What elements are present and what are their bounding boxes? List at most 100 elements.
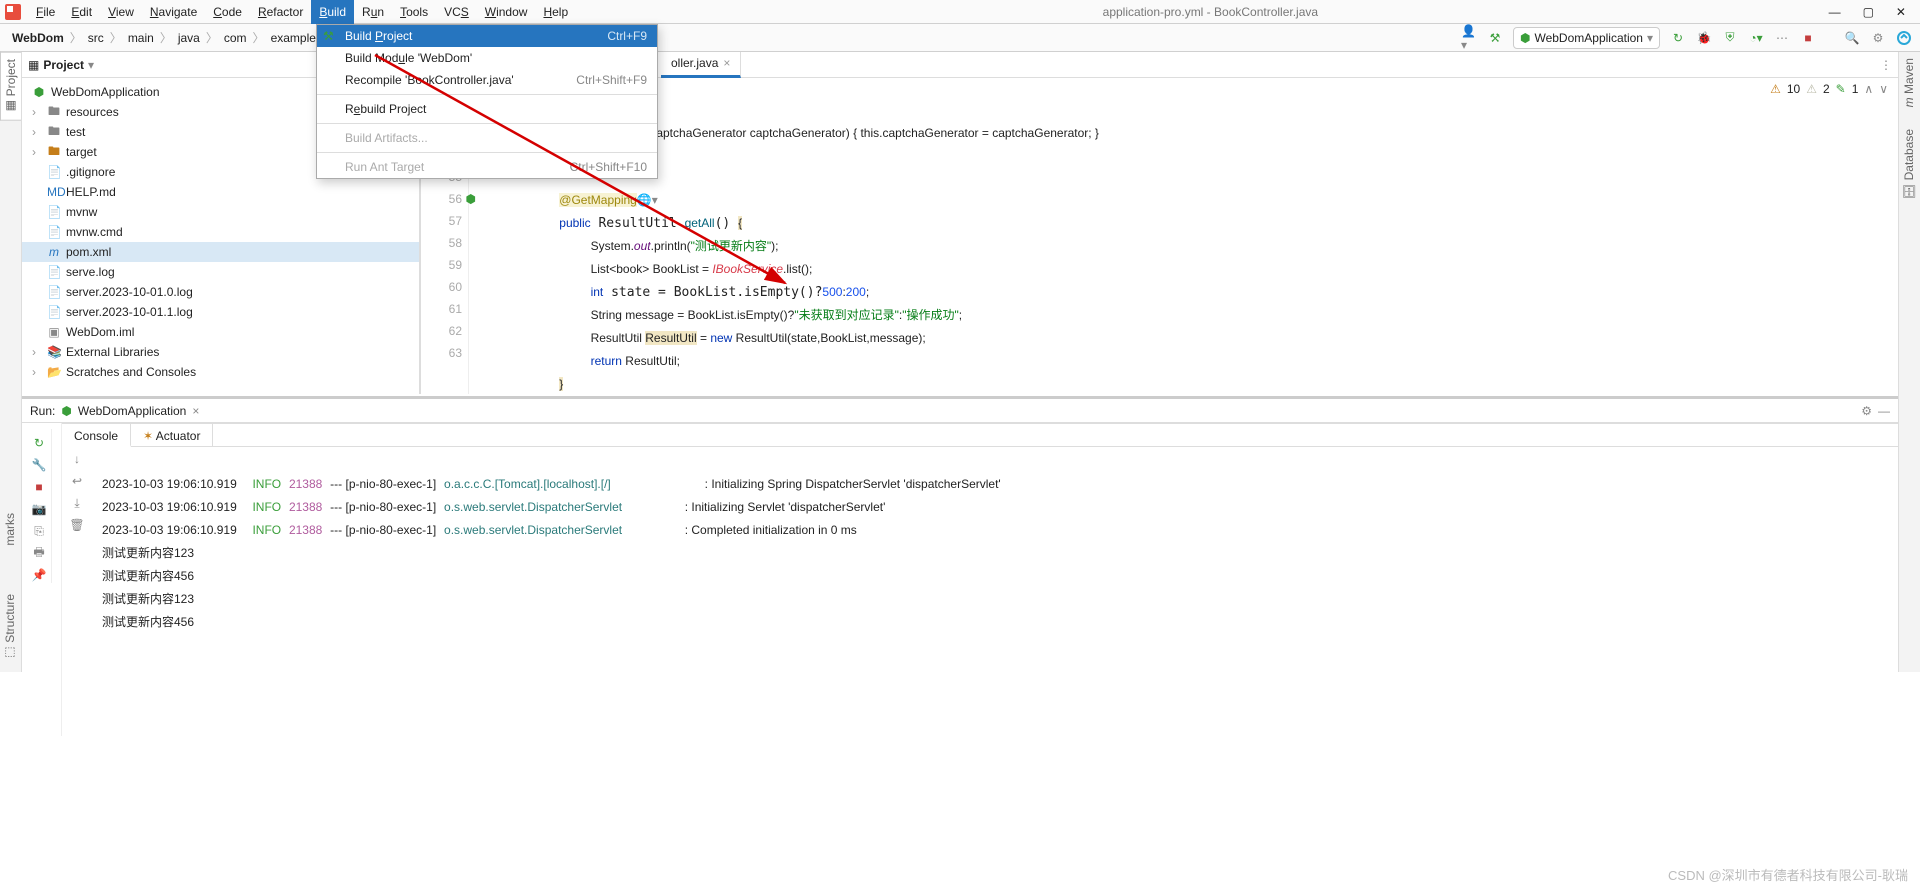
crumb[interactable]: example xyxy=(267,31,320,45)
spring-gutter-icon[interactable]: ⬢ xyxy=(466,188,476,210)
close-icon[interactable]: ✕ xyxy=(1896,5,1906,19)
tree-node[interactable]: 📄mvnw.cmd xyxy=(22,222,419,242)
typo-count: 1 xyxy=(1852,82,1859,96)
tree-node[interactable]: 📄serve.log xyxy=(22,262,419,282)
tree-node[interactable]: ▣WebDom.iml xyxy=(22,322,419,342)
tab-actuator[interactable]: ✶ Actuator xyxy=(131,424,213,446)
profile-icon[interactable]: ◔▾ xyxy=(1748,30,1764,46)
gear-icon[interactable]: ⚙ xyxy=(1861,404,1872,418)
folder-icon: 🖿 xyxy=(47,102,61,123)
menu-view[interactable]: View xyxy=(100,0,142,24)
debug-icon[interactable]: 🐞 xyxy=(1696,30,1712,46)
wrap-icon[interactable]: ↩ xyxy=(69,473,85,489)
menu-refactor[interactable]: Refactor xyxy=(250,0,311,24)
code-editor[interactable]: oller(CaptchaGenerator captchaGenerator)… xyxy=(481,100,1878,394)
hide-icon[interactable]: — xyxy=(1878,404,1890,418)
user-icon[interactable]: 👤▾ xyxy=(1461,30,1477,46)
crumb[interactable]: java xyxy=(174,31,204,45)
window-title: application-pro.yml - BookController.jav… xyxy=(1073,5,1318,19)
up-icon[interactable]: ∧ xyxy=(1864,82,1873,96)
menu-navigate[interactable]: Navigate xyxy=(142,0,205,24)
trash-icon[interactable]: 🗑 xyxy=(69,517,85,533)
crumb-root[interactable]: WebDom xyxy=(8,31,68,45)
minimize-icon[interactable]: — xyxy=(1829,5,1841,19)
build-dropdown: ⚒ Build Project Ctrl+F9 Build Module 'We… xyxy=(316,24,658,179)
tree-node[interactable]: 📄mvnw xyxy=(22,202,419,222)
md-icon: MD xyxy=(47,185,61,199)
spring-icon: ⬢ xyxy=(61,404,71,418)
down-icon[interactable]: ∨ xyxy=(1879,82,1888,96)
attach-icon[interactable]: ⋯ xyxy=(1774,30,1790,46)
more-icon[interactable]: ⋮ xyxy=(1874,58,1898,72)
weak-warning-icon[interactable]: ⚠ xyxy=(1806,82,1817,96)
stop-icon[interactable]: ■ xyxy=(31,479,47,495)
menu-help[interactable]: Help xyxy=(535,0,576,24)
project-view-icon: ▦ xyxy=(28,58,39,72)
menu-run[interactable]: Run xyxy=(354,0,392,24)
warning-count: 10 xyxy=(1787,82,1800,96)
typo-icon[interactable]: ✎ xyxy=(1836,82,1846,96)
editor-tab-active[interactable]: oller.java × xyxy=(661,52,741,78)
hammer-icon: ⚒ xyxy=(323,29,334,43)
build-project-item[interactable]: ⚒ Build Project Ctrl+F9 xyxy=(317,25,657,47)
iml-icon: ▣ xyxy=(47,325,61,339)
rebuild-item[interactable]: Rebuild Project xyxy=(317,98,657,120)
tree-node[interactable]: MDHELP.md xyxy=(22,182,419,202)
anywhere-icon[interactable] xyxy=(1896,30,1912,46)
menu-window[interactable]: Window xyxy=(477,0,536,24)
chevron-down-icon[interactable]: ▾ xyxy=(88,58,94,72)
tree-node-selected[interactable]: mpom.xml xyxy=(22,242,419,262)
wrench-icon[interactable]: 🔧 xyxy=(31,457,47,473)
stop-icon[interactable]: ■ xyxy=(1800,30,1816,46)
rerun-icon[interactable]: ↻ xyxy=(1670,30,1686,46)
app-logo-icon xyxy=(4,3,22,21)
menu-file[interactable]: File xyxy=(28,0,63,24)
down-icon[interactable]: ↓ xyxy=(69,451,85,467)
menu-separator xyxy=(317,152,657,153)
gear-icon[interactable]: ⚙ xyxy=(1870,30,1886,46)
menu-build[interactable]: Build xyxy=(311,0,354,24)
close-icon[interactable]: × xyxy=(723,56,730,70)
tree-node[interactable]: ›📂Scratches and Consoles xyxy=(22,362,419,382)
run-toolbar-left: ↻ 🔧 ■ 📷 ⎘ 🖶 📌 xyxy=(22,423,62,736)
menu-tools[interactable]: Tools xyxy=(392,0,436,24)
shortcut-label: Ctrl+Shift+F10 xyxy=(570,160,647,174)
search-icon[interactable]: 🔍 xyxy=(1844,30,1860,46)
tree-node[interactable]: 📄server.2023-10-01.1.log xyxy=(22,302,419,322)
warning-icon[interactable]: ⚠ xyxy=(1770,82,1781,96)
recompile-item[interactable]: Recompile 'BookController.java' Ctrl+Shi… xyxy=(317,69,657,91)
shortcut-label: Ctrl+Shift+F9 xyxy=(576,73,647,87)
tree-node[interactable]: 📄server.2023-10-01.0.log xyxy=(22,282,419,302)
crumb[interactable]: src xyxy=(84,31,108,45)
tab-database[interactable]: 🗄 Database xyxy=(1899,123,1919,205)
tab-project[interactable]: ▦ Project xyxy=(0,52,21,121)
tab-structure[interactable]: ⬚ Structure xyxy=(0,588,20,666)
camera-icon[interactable]: 📷 xyxy=(31,501,47,517)
scroll-icon[interactable]: ⤓ xyxy=(69,495,85,511)
menu-code[interactable]: Code xyxy=(205,0,250,24)
tree-node[interactable]: ›📚External Libraries xyxy=(22,342,419,362)
crumb[interactable]: main xyxy=(124,31,158,45)
hammer-icon[interactable]: ⚒ xyxy=(1487,30,1503,46)
crumb[interactable]: com xyxy=(220,31,251,45)
pin-icon[interactable]: 📌 xyxy=(31,567,47,583)
coverage-icon[interactable]: ⛨ xyxy=(1722,30,1738,46)
build-module-item[interactable]: Build Module 'WebDom' xyxy=(317,47,657,69)
close-icon[interactable]: × xyxy=(192,404,199,418)
run-label: Run: xyxy=(30,404,55,418)
project-pane-title: Project xyxy=(43,58,84,72)
maximize-icon[interactable]: ▢ xyxy=(1863,5,1874,19)
window-controls: — ▢ ✕ xyxy=(1815,5,1920,19)
tab-maven[interactable]: m Maven xyxy=(1899,52,1919,113)
tab-bookmarks[interactable]: marks xyxy=(0,507,20,552)
rerun-icon[interactable]: ↻ xyxy=(31,435,47,451)
menu-vcs[interactable]: VCS xyxy=(436,0,477,24)
file-icon: 📄 xyxy=(47,305,61,319)
run-config-combo[interactable]: ⬢ WebDomApplication ▾ xyxy=(1513,27,1660,49)
console-output[interactable]: 2023-10-03 19:06:10.919 INFO 21388 --- [… xyxy=(92,447,1894,736)
exit-icon[interactable]: ⎘ xyxy=(31,523,47,539)
menu-edit[interactable]: Edit xyxy=(63,0,100,24)
tab-console[interactable]: Console xyxy=(62,424,131,447)
maven-icon: m xyxy=(47,245,61,259)
print-icon[interactable]: 🖶 xyxy=(31,545,47,561)
